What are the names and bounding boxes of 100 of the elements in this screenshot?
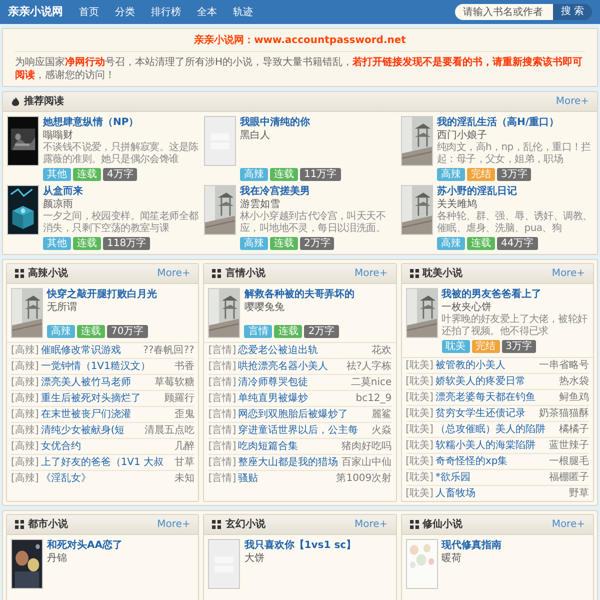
- status-tag: 连载: [77, 325, 105, 338]
- book-author: 歪鬼: [174, 408, 194, 421]
- book-link[interactable]: 单纯直男被爆炒: [238, 392, 354, 405]
- genre-label: [耽美]: [406, 359, 434, 372]
- book-link[interactable]: 被管教的小美人: [435, 359, 537, 372]
- book-link[interactable]: 贫穷女学生还债记录: [435, 407, 537, 420]
- book-link[interactable]: 吃肉短篇合集: [238, 440, 340, 453]
- book-title[interactable]: 现代修真指南: [442, 539, 589, 552]
- genre-label: [言情]: [208, 472, 236, 485]
- book-link[interactable]: 在末世被丧尸们浇灌: [40, 408, 172, 421]
- book-author: 黑白人: [240, 129, 271, 142]
- book-author: 麗鲨: [372, 408, 392, 421]
- search-button[interactable]: 搜 索: [552, 4, 592, 20]
- book-author: 蓝世辣子: [548, 439, 589, 452]
- book-author: 福棚匿子: [548, 471, 589, 484]
- word-count-tag: 118万字: [103, 237, 150, 250]
- genre-label: [高辣]: [11, 472, 39, 485]
- book-title[interactable]: 我只喜欢你【1vs1 sc】: [244, 539, 392, 552]
- book-link[interactable]: 网恋到双胞胎后被爆炒了: [238, 408, 370, 421]
- genre-tag: 高辣: [240, 168, 268, 181]
- book-link[interactable]: 清冷师尊哭包徒: [238, 376, 349, 389]
- book-link[interactable]: 一觉钟情（1V1糙汉文）: [40, 360, 172, 373]
- book-author: 野草: [568, 487, 589, 500]
- book-link[interactable]: 漂亮老婆每天都在钓鱼: [435, 391, 557, 404]
- nav-link[interactable]: 排行榜: [151, 4, 181, 20]
- book-link[interactable]: 上了好友的爸爸（1V1 大叔: [40, 456, 172, 469]
- book-author: 无所谓: [47, 301, 78, 314]
- status-tag: 连载: [270, 168, 298, 181]
- word-count-tag: 2万字: [300, 237, 334, 250]
- book-description: 叶霁晚的好友爱上了大佬，被轮奸还拍了视频。他不得已求: [442, 314, 588, 338]
- book-link[interactable]: 人畜牧场: [435, 487, 567, 500]
- word-count-tag: 44万字: [497, 237, 538, 250]
- nav-link[interactable]: 首页: [79, 4, 99, 20]
- book-link[interactable]: 娇软美人的疼爱日常: [435, 375, 557, 388]
- status-tag: 完结: [472, 340, 500, 353]
- book-description: 林小小穿越到古代冷宫，叫天天不应，叫地地不灵，每日以泪洗面。: [240, 211, 387, 235]
- genre-label: [耽美]: [406, 407, 434, 420]
- more-link[interactable]: More+: [556, 94, 589, 109]
- book-link[interactable]: （总攻催眠）美人的陷阱: [435, 423, 557, 436]
- grid-icon: [410, 269, 419, 278]
- book-title[interactable]: 我眼中清纯的你: [240, 116, 396, 129]
- genre-label: [耽美]: [406, 423, 434, 436]
- nav-link[interactable]: 全本: [197, 4, 217, 20]
- panel-title: 推荐阅读: [24, 94, 64, 109]
- book-author: 第1009次射: [336, 472, 392, 485]
- book-title[interactable]: 解救各种被的夫哥弄坏的: [244, 288, 392, 301]
- book-link[interactable]: 漂亮美人被竹马老师: [40, 376, 152, 389]
- genre-label: [耽美]: [406, 391, 434, 404]
- grid-icon: [15, 520, 24, 529]
- book-author: 嘤嘤兔兔: [244, 301, 286, 314]
- genre-label: [高辣]: [11, 392, 39, 405]
- panel-title: 高辣小说: [28, 266, 68, 281]
- book-title[interactable]: 我在冷宫搓美男: [240, 185, 396, 198]
- book-title[interactable]: 和死对头AA恋了: [47, 539, 194, 552]
- genre-label: [耽美]: [406, 455, 434, 468]
- book-title[interactable]: 她想肆意纵情（NP）: [43, 116, 199, 129]
- book-author: 大饼: [244, 552, 266, 565]
- more-link[interactable]: More+: [157, 517, 190, 532]
- book-description: 不谈钱不说爱，只拼解寂寞。这是陈露薇的准则。她只是偶尔会馋谁: [43, 142, 199, 166]
- book-link[interactable]: *欲乐园: [435, 471, 547, 484]
- book-link[interactable]: 软糯小美人的海棠陷阱: [435, 439, 547, 452]
- panel-title: 修仙小说: [422, 518, 463, 532]
- book-link[interactable]: 骚贴: [238, 472, 334, 485]
- more-link[interactable]: More+: [552, 517, 585, 532]
- site-logo[interactable]: 亲亲小说网: [8, 4, 63, 20]
- book-title[interactable]: 我的淫乱生活（高H/重口）: [437, 116, 593, 129]
- genre-tag: 高辣: [437, 168, 465, 181]
- book-link[interactable]: 整座大山都是我的猎场: [238, 456, 340, 469]
- more-link[interactable]: More+: [354, 517, 388, 532]
- book-link[interactable]: 女优合约: [40, 440, 172, 453]
- book-title[interactable]: 快穿之敲开腿打败白月光: [47, 288, 194, 301]
- panel-title: 耽美小说: [422, 266, 463, 281]
- book-title[interactable]: 从盒而来: [43, 185, 199, 198]
- book-link[interactable]: 《淫乱女》: [40, 472, 172, 485]
- more-link[interactable]: More+: [552, 266, 585, 281]
- word-count-tag: 2万字: [304, 325, 339, 338]
- more-link[interactable]: More+: [354, 266, 388, 281]
- book-author: 猪肉好吃吗: [342, 440, 392, 453]
- book-title[interactable]: 我被的男友爸爸看上了: [442, 288, 589, 301]
- book-author: 甘草: [174, 456, 194, 469]
- search-field[interactable]: 请输入书名或作者: [454, 4, 553, 20]
- grid-icon: [212, 269, 222, 278]
- book-author: 橘橘子: [558, 423, 589, 436]
- book-author: 鲟鱼鸡: [558, 391, 589, 404]
- book-link[interactable]: 哄抢漂亮名器小美人: [238, 360, 344, 373]
- genre-label: [高辣]: [11, 344, 39, 357]
- book-link[interactable]: 重生后被死对头摘烂了: [40, 392, 162, 405]
- book-link[interactable]: 恋爱老公被迫出轨: [238, 344, 370, 357]
- book-link[interactable]: 清纯少女被献身(短: [40, 424, 142, 437]
- book-link[interactable]: 奇奇怪怪的xp集: [435, 455, 547, 468]
- book-description: 纯肉文，高h，np，乱伦，重口！拦起：母子，父女，姐弟，职场: [437, 142, 592, 166]
- book-link[interactable]: 催眠修改常识游戏: [40, 344, 142, 357]
- book-title[interactable]: 苏小野的淫乱日记: [437, 185, 593, 198]
- more-link[interactable]: More+: [157, 266, 190, 281]
- book-author: 未知: [174, 472, 194, 485]
- book-link[interactable]: 穿进童话世界以后，公主每: [238, 424, 370, 437]
- genre-label: [言情]: [208, 440, 236, 453]
- nav-link[interactable]: 分类: [115, 4, 135, 20]
- panel-title: 言情小说: [225, 266, 266, 281]
- nav-link[interactable]: 轨迹: [233, 4, 253, 20]
